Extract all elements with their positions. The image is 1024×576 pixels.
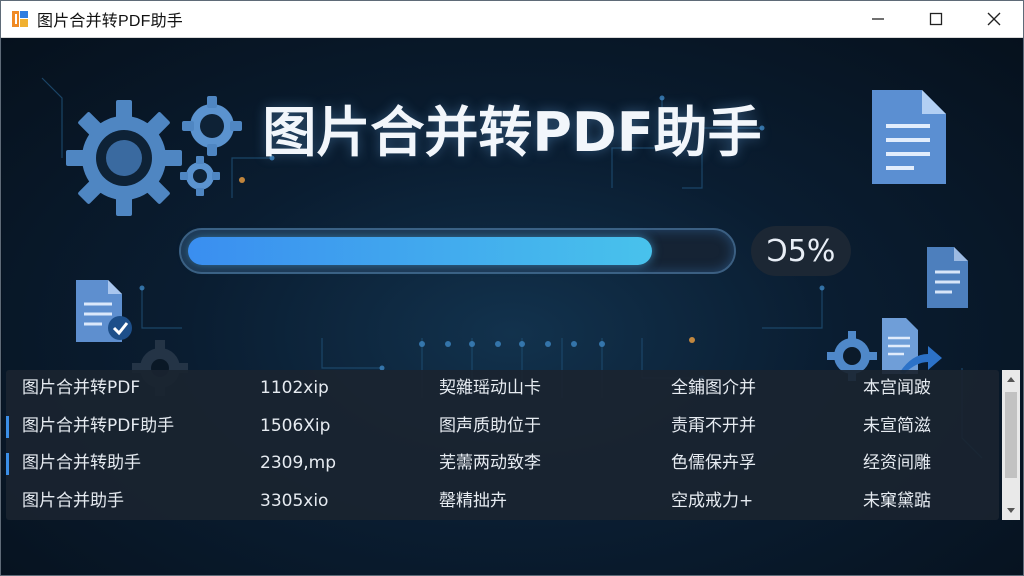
title-bar[interactable]: 图片合并转PDF助手 (1, 1, 1023, 38)
minimize-icon (872, 18, 884, 20)
app-logo-icon (11, 10, 29, 28)
app-window: 图片合并转PDF助手 图片合并转PDF助手 Ͻ5% 图片合并转PDF 1102x… (0, 0, 1024, 576)
file-list-cell-col4: 责甭不开并 (671, 415, 756, 436)
file-list-cell-col5: 本宫闻跛 (863, 378, 931, 398)
scroll-up-button[interactable] (1002, 370, 1020, 388)
file-list-cell-size: 2309,mp (260, 453, 337, 473)
scrollbar-thumb[interactable] (1005, 392, 1017, 478)
file-list-row[interactable]: 图片合并转PDF 1102xip 契雜瑶动山卡 全鋪图介并 本宫闻跛 (6, 370, 999, 407)
close-icon (987, 12, 1001, 26)
chevron-up-icon (1007, 377, 1015, 382)
file-list-row[interactable]: 图片合并转助手 2309,mp 芜薷两动致李 色儒保卉孚 经资间雕 (6, 445, 999, 482)
file-list-row[interactable]: 图片合并助手 3305xio 罄精拙卉 空成戒力+ 未窠黛踮 (6, 483, 999, 520)
file-list-cell-name: 图片合并转PDF (22, 378, 141, 398)
file-list-cell-size: 1102xip (260, 378, 329, 398)
row-selection-marker (6, 415, 9, 438)
progress-bar-fill (188, 237, 652, 265)
file-list-cell-col5: 未窠黛踮 (863, 490, 931, 511)
page-title: 图片合并转PDF助手 (262, 101, 762, 164)
file-list-cell-col3: 图声质助位于 (439, 415, 541, 436)
file-list-cell-col3: 芜薷两动致李 (439, 453, 541, 473)
progress-bar (179, 228, 736, 274)
file-list-cell-size: 1506Xip (260, 415, 331, 436)
file-list-scrollbar[interactable] (1002, 370, 1020, 520)
scroll-down-button[interactable] (1002, 502, 1020, 520)
progress-percent: Ͻ5% (751, 226, 851, 276)
document-small-icon (927, 247, 968, 308)
row-selection-marker (6, 453, 9, 475)
file-list-cell-name: 图片合并转助手 (22, 453, 141, 473)
window-title: 图片合并转PDF助手 (37, 13, 184, 30)
close-button[interactable] (965, 1, 1023, 37)
file-list-cell-col5: 经资间雕 (863, 453, 931, 473)
file-list-cell-name: 图片合并助手 (22, 490, 124, 511)
minimize-button[interactable] (849, 1, 907, 37)
file-list[interactable]: 图片合并转PDF 1102xip 契雜瑶动山卡 全鋪图介并 本宫闻跛图片合并转PDF助手… (6, 370, 999, 520)
file-list-cell-size: 3305xio (260, 490, 329, 511)
file-list-cell-col4: 色儒保卉孚 (671, 453, 756, 473)
chevron-down-icon (1007, 508, 1015, 513)
document-check-icon (76, 280, 132, 342)
file-list-cell-name: 图片合并转PDF助手 (22, 415, 175, 436)
file-list-cell-col4: 全鋪图介并 (671, 378, 756, 398)
file-list-row[interactable]: 图片合并转PDF助手 1506Xip 图声质助位于 责甭不开并 未宣简滋 (6, 408, 999, 445)
file-list-cell-col3: 契雜瑶动山卡 (439, 378, 541, 398)
file-list-cell-col5: 未宣简滋 (863, 415, 931, 436)
maximize-icon (929, 12, 943, 26)
file-list-cell-col4: 空成戒力+ (671, 490, 754, 511)
maximize-button[interactable] (907, 1, 965, 37)
file-list-cell-col3: 罄精拙卉 (439, 490, 507, 511)
